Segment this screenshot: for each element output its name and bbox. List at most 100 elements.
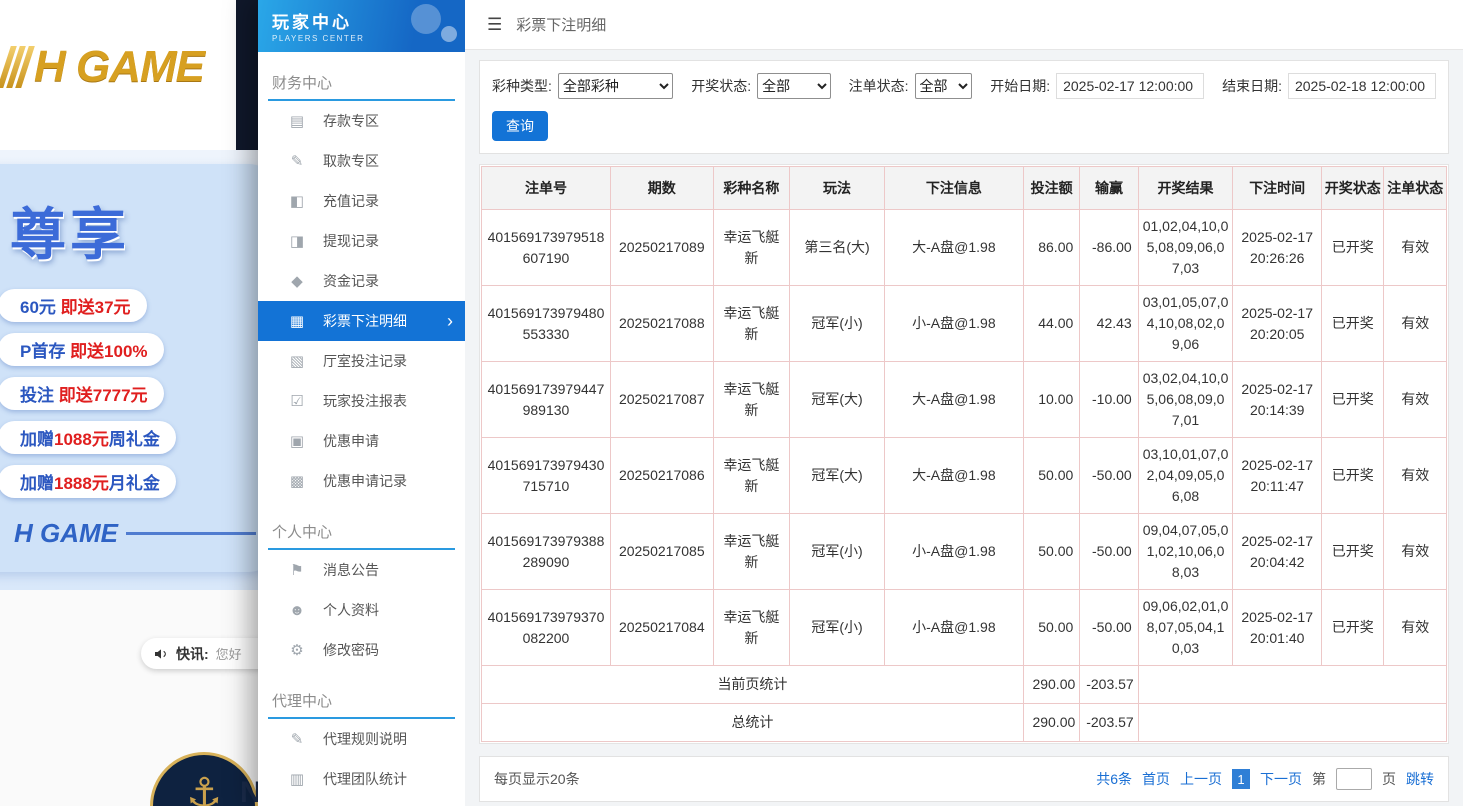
end-date-input[interactable]	[1288, 73, 1436, 99]
sidebar-item-recharge-records[interactable]: ◧ 充值记录	[258, 181, 465, 221]
sidebar-header: 玩家中心 PLAYERS CENTER	[258, 0, 465, 52]
sidebar-item-label: 代理规则说明	[323, 729, 407, 749]
bet-cell-bet_status: 有效	[1384, 362, 1447, 438]
summary-label: 当前页统计	[482, 666, 1024, 704]
sidebar-item-change-password[interactable]: ⚙修改密码	[258, 630, 465, 670]
recharge-record-icon: ◧	[288, 192, 306, 210]
column-header: 下注信息	[884, 167, 1023, 210]
jump-label-prefix: 第	[1312, 769, 1326, 789]
total-count: 共6条	[1096, 769, 1132, 789]
bet-cell-bet_id: 401569173979388289090	[482, 514, 611, 590]
jump-button[interactable]: 跳转	[1406, 769, 1434, 789]
promo-pill-segment: 1088元	[54, 430, 109, 449]
bet-cell-lottery: 幸运飞艇新	[713, 590, 790, 666]
bet-cell-winloss: 42.43	[1080, 286, 1138, 362]
bet-cell-period: 20250217084	[610, 590, 713, 666]
promo-footer-text: H GAME	[14, 518, 118, 549]
draw-status-select[interactable]: 全部	[757, 73, 831, 99]
bet-cell-bet_status: 有效	[1384, 438, 1447, 514]
bet-cell-result: 09,04,07,05,01,02,10,06,08,03	[1138, 514, 1233, 590]
document-icon: ✎	[288, 730, 306, 748]
sidebar-item-hall-bet-records[interactable]: ▧厅室投注记录	[258, 341, 465, 381]
promo-footer-logo: H GAME	[14, 518, 275, 549]
bet-cell-draw_status: 已开奖	[1322, 438, 1384, 514]
sidebar-item-promo-application-records[interactable]: ▩ 优惠申请记录	[258, 461, 465, 501]
bet-cell-play: 冠军(大)	[790, 362, 885, 438]
promo-headline: 尊享	[10, 190, 275, 271]
promo-pill: P首存 即送100%	[0, 333, 164, 366]
logo-bars-icon	[4, 46, 28, 88]
bet-cell-bet_status: 有效	[1384, 514, 1447, 590]
sidebar-item-fund-records[interactable]: ◆ 资金记录	[258, 261, 465, 301]
next-page-link[interactable]: 下一页	[1260, 769, 1302, 789]
bet-cell-bet_info: 小-A盘@1.98	[884, 590, 1023, 666]
prev-page-link[interactable]: 上一页	[1180, 769, 1222, 789]
current-page[interactable]: 1	[1232, 769, 1250, 789]
first-page-link[interactable]: 首页	[1142, 769, 1170, 789]
bet-cell-amount: 50.00	[1023, 514, 1079, 590]
bet-cell-bet_status: 有效	[1384, 286, 1447, 362]
player-center-panel: 玩家中心 PLAYERS CENTER 财务中心▤存款专区✎取款专区◧充值记录◨…	[258, 0, 1463, 806]
promo-pill: 投注 即送7777元	[0, 377, 164, 410]
bet-cell-lottery: 幸运飞艇新	[713, 438, 790, 514]
sidebar-item-promo-application[interactable]: ▣优惠申请	[258, 421, 465, 461]
sidebar-item-label: 优惠申请	[323, 431, 379, 451]
sidebar-item-label: 资金记录	[323, 271, 379, 291]
bet-cell-bet_info: 大-A盘@1.98	[884, 362, 1023, 438]
bet-cell-period: 20250217089	[610, 210, 713, 286]
sidebar-item-personal-profile[interactable]: ☻个人资料	[258, 590, 465, 630]
bet-cell-lottery: 幸运飞艇新	[713, 514, 790, 590]
bet-cell-winloss: -10.00	[1080, 362, 1138, 438]
bet-cell-winloss: -50.00	[1080, 590, 1138, 666]
report-icon: ☑	[288, 392, 306, 410]
bet-cell-draw_status: 已开奖	[1322, 210, 1384, 286]
bet-cell-lottery: 幸运飞艇新	[713, 286, 790, 362]
sidebar-item-withdrawal-records[interactable]: ◨提现记录	[258, 221, 465, 261]
sidebar-item-lottery-bet-details[interactable]: ▦彩票下注明细›	[258, 301, 465, 341]
withdrawal-record-icon: ◨	[288, 232, 306, 250]
bet-cell-bet_id: 401569173979430715710	[482, 438, 611, 514]
menu-icon[interactable]: ☰	[487, 15, 502, 35]
sidebar-item-label: 充值记录	[323, 191, 379, 211]
page-jump-input[interactable]	[1336, 768, 1372, 790]
sidebar-item-withdraw-zone[interactable]: ✎取款专区	[258, 141, 465, 181]
fund-record-icon: ◆	[288, 272, 306, 290]
promo-pill-segment: 加赠	[20, 474, 54, 493]
bet-cell-draw_status: 已开奖	[1322, 286, 1384, 362]
bet-cell-play: 冠军(小)	[790, 590, 885, 666]
sidebar-section-agent: 代理中心	[268, 682, 455, 719]
ticker-text: 您好	[216, 644, 242, 663]
promo-pill: 60元 即送37元	[0, 289, 147, 322]
sidebar: 玩家中心 PLAYERS CENTER 财务中心▤存款专区✎取款专区◧充值记录◨…	[258, 0, 465, 806]
content-topbar: ☰ 彩票下注明细	[465, 0, 1463, 50]
start-date-label: 开始日期:	[990, 76, 1050, 96]
sidebar-item-label: 个人资料	[323, 600, 379, 620]
sidebar-item-label: 优惠申请记录	[323, 471, 407, 491]
sidebar-item-agent-team-stats[interactable]: ▥代理团队统计	[258, 759, 465, 799]
deposit-icon: ▤	[288, 112, 306, 130]
bet-cell-amount: 50.00	[1023, 438, 1079, 514]
sidebar-nav: 财务中心▤存款专区✎取款专区◧充值记录◨提现记录◆资金记录▦彩票下注明细›▧厅室…	[258, 64, 465, 799]
sidebar-item-deposit-zone[interactable]: ▤ 存款专区	[258, 101, 465, 141]
lottery-type-select[interactable]: 全部彩种	[558, 73, 673, 99]
bet-cell-play: 冠军(小)	[790, 286, 885, 362]
start-date-input[interactable]	[1056, 73, 1204, 99]
bet-cell-play: 冠军(大)	[790, 438, 885, 514]
bet-row: 40156917397944798913020250217087幸运飞艇新冠军(…	[482, 362, 1447, 438]
bet-cell-winloss: -50.00	[1080, 438, 1138, 514]
bet-status-select[interactable]: 全部	[915, 73, 973, 99]
team-icon: ▥	[288, 770, 306, 788]
sidebar-item-agent-rules[interactable]: ✎ 代理规则说明	[258, 719, 465, 759]
sidebar-item-label: 取款专区	[323, 151, 379, 171]
site-logo: H GAME	[4, 42, 204, 92]
promo-record-icon: ▩	[288, 472, 306, 490]
summary-bet-total: 290.00	[1023, 666, 1079, 704]
summary-row: 总统计290.00-203.57	[482, 704, 1447, 742]
column-header: 投注额	[1023, 167, 1079, 210]
bet-cell-draw_status: 已开奖	[1322, 514, 1384, 590]
sidebar-item-player-bet-report[interactable]: ☑玩家投注报表	[258, 381, 465, 421]
sidebar-item-label: 存款专区	[323, 111, 379, 131]
bet-cell-bet_time: 2025-02-17 20:20:05	[1233, 286, 1322, 362]
sidebar-item-message-announcements[interactable]: ⚑消息公告	[258, 550, 465, 590]
search-button[interactable]: 查询	[492, 111, 548, 141]
